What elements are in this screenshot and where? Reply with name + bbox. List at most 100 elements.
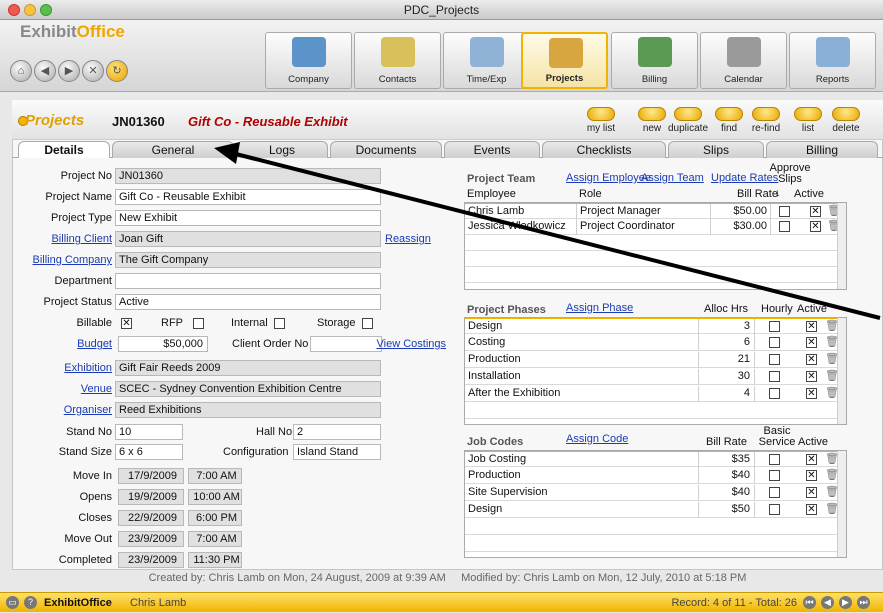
hourly-checkbox[interactable] <box>769 388 780 399</box>
approve-checkbox[interactable] <box>779 206 790 217</box>
minimize-window-button[interactable] <box>24 4 36 16</box>
table-row[interactable]: Design 3 ✕ 🗑 <box>465 318 839 335</box>
home-icon[interactable]: ⌂ <box>10 60 32 82</box>
tab-slips[interactable]: Slips <box>668 141 764 158</box>
forward-icon[interactable]: ▶ <box>58 60 80 82</box>
billing-company-field[interactable]: The Gift Company <box>115 252 381 268</box>
exhibition-field[interactable]: Gift Fair Reeds 2009 <box>115 360 381 376</box>
toolbar-reports-button[interactable]: Reports <box>789 32 876 89</box>
toolbar-timeexp-button[interactable]: Time/Exp <box>443 32 530 89</box>
previous-record-icon[interactable]: ◀ <box>821 596 834 609</box>
internal-checkbox[interactable] <box>274 318 285 329</box>
active-checkbox[interactable]: ✕ <box>806 337 817 348</box>
basic-service-checkbox[interactable] <box>769 454 780 465</box>
assign-code-link[interactable]: Assign Code <box>566 433 628 445</box>
assign-employee-link[interactable]: Assign Employee <box>566 172 651 184</box>
venue-link[interactable]: Venue <box>10 383 112 395</box>
duplicate-button[interactable]: duplicate <box>666 107 710 139</box>
hourly-checkbox[interactable] <box>769 371 780 382</box>
toolbar-billing-button[interactable]: Billing <box>611 32 698 89</box>
toolbar-projects-button[interactable]: Projects <box>521 32 608 89</box>
active-checkbox[interactable]: ✕ <box>810 206 821 217</box>
active-checkbox[interactable]: ✕ <box>806 371 817 382</box>
toolbar-company-button[interactable]: Company <box>265 32 352 89</box>
active-checkbox[interactable]: ✕ <box>806 354 817 365</box>
find-button[interactable]: find <box>713 107 745 139</box>
help-icon[interactable]: ? <box>24 596 37 609</box>
approve-checkbox[interactable] <box>779 221 790 232</box>
reassign-link[interactable]: Reassign <box>385 233 431 245</box>
active-checkbox[interactable]: ✕ <box>806 487 817 498</box>
active-checkbox[interactable]: ✕ <box>806 321 817 332</box>
stand-size-field[interactable]: 6 x 6 <box>115 444 183 460</box>
closes-time[interactable]: 6:00 PM <box>188 510 242 526</box>
active-checkbox[interactable]: ✕ <box>810 221 821 232</box>
billable-checkbox[interactable]: ✕ <box>121 318 132 329</box>
table-row[interactable]: Design $50 ✕ 🗑 <box>465 502 839 518</box>
refresh-icon[interactable]: ↻ <box>106 60 128 82</box>
storage-checkbox[interactable] <box>362 318 373 329</box>
table-row[interactable]: After the Exhibition 4 ✕ 🗑 <box>465 386 839 402</box>
stand-no-field[interactable]: 10 <box>115 424 183 440</box>
tab-details[interactable]: Details <box>18 141 110 158</box>
rfp-checkbox[interactable] <box>193 318 204 329</box>
portal-scrollbar[interactable] <box>837 451 846 557</box>
close-window-button[interactable] <box>8 4 20 16</box>
tab-documents[interactable]: Documents <box>330 141 442 158</box>
tab-events[interactable]: Events <box>444 141 540 158</box>
tab-billing[interactable]: Billing <box>766 141 878 158</box>
billing-client-field[interactable]: Joan Gift <box>115 231 381 247</box>
list-button[interactable]: list <box>791 107 825 139</box>
project-type-field[interactable]: New Exhibit <box>115 210 381 226</box>
budget-link[interactable]: Budget <box>10 338 112 350</box>
move-in-time[interactable]: 7:00 AM <box>188 468 242 484</box>
completed-time[interactable]: 11:30 PM <box>188 552 242 568</box>
department-field[interactable] <box>115 273 381 289</box>
move-in-date[interactable]: 17/9/2009 <box>118 468 184 484</box>
table-row[interactable]: Installation 30 ✕ 🗑 <box>465 369 839 385</box>
active-checkbox[interactable]: ✕ <box>806 470 817 481</box>
new-button[interactable]: new <box>636 107 668 139</box>
active-checkbox[interactable]: ✕ <box>806 504 817 515</box>
refind-button[interactable]: re-find <box>746 107 786 139</box>
view-costings-link[interactable]: View Costings <box>354 338 447 350</box>
project-name-field[interactable]: Gift Co - Reusable Exhibit <box>115 189 381 205</box>
table-row[interactable]: Production $40 ✕ 🗑 <box>465 468 839 484</box>
closes-date[interactable]: 22/9/2009 <box>118 510 184 526</box>
opens-date[interactable]: 19/9/2009 <box>118 489 184 505</box>
delete-button[interactable]: delete <box>826 107 866 139</box>
zoom-window-button[interactable] <box>40 4 52 16</box>
budget-field[interactable]: $50,000 <box>118 336 208 352</box>
table-row[interactable]: Production 21 ✕ 🗑 <box>465 352 839 368</box>
basic-service-checkbox[interactable] <box>769 487 780 498</box>
configuration-field[interactable]: Island Stand <box>293 444 381 460</box>
active-checkbox[interactable]: ✕ <box>806 388 817 399</box>
table-row[interactable]: Job Costing $35 ✕ 🗑 <box>465 451 839 468</box>
toolbar-contacts-button[interactable]: Contacts <box>354 32 441 89</box>
organiser-link[interactable]: Organiser <box>10 404 112 416</box>
my-list-button[interactable]: my list <box>580 107 622 139</box>
tab-general[interactable]: General <box>112 141 234 158</box>
hourly-checkbox[interactable] <box>769 337 780 348</box>
portal-scrollbar[interactable] <box>837 318 846 424</box>
table-row[interactable]: Costing 6 ✕ 🗑 <box>465 335 839 351</box>
table-row[interactable]: Jessica Wlodkowicz Project Coordinator $… <box>465 219 841 235</box>
organiser-field[interactable]: Reed Exhibitions <box>115 402 381 418</box>
project-status-field[interactable]: Active <box>115 294 381 310</box>
tab-checklists[interactable]: Checklists <box>542 141 666 158</box>
toolbar-calendar-button[interactable]: Calendar <box>700 32 787 89</box>
move-out-date[interactable]: 23/9/2009 <box>118 531 184 547</box>
billing-company-link[interactable]: Billing Company <box>10 254 112 266</box>
hourly-checkbox[interactable] <box>769 354 780 365</box>
hourly-checkbox[interactable] <box>769 321 780 332</box>
team-scrollbar[interactable] <box>837 203 846 289</box>
completed-date[interactable]: 23/9/2009 <box>118 552 184 568</box>
back-icon[interactable]: ◀ <box>34 60 56 82</box>
opens-time[interactable]: 10:00 AM <box>188 489 242 505</box>
exhibition-link[interactable]: Exhibition <box>10 362 112 374</box>
billing-client-link[interactable]: Billing Client <box>10 233 112 245</box>
window-icon[interactable]: ▭ <box>6 596 19 609</box>
basic-service-checkbox[interactable] <box>769 504 780 515</box>
first-record-icon[interactable]: ⏮ <box>803 596 816 609</box>
basic-service-checkbox[interactable] <box>769 470 780 481</box>
